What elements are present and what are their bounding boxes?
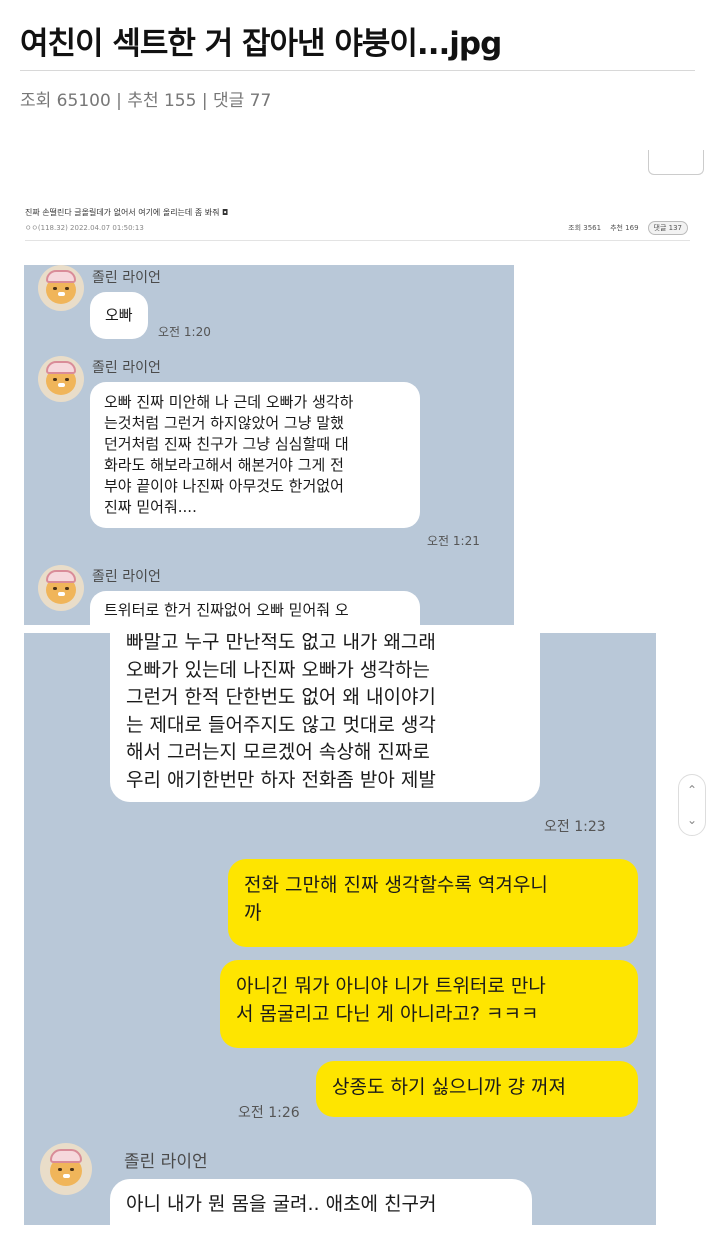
embedded-post-author: ㅇㅇ(118.32) 2022.04.07 01:50:13 bbox=[25, 224, 144, 232]
message-time: 오전 1:21 bbox=[427, 534, 480, 548]
sender-name: 졸린 라이언 bbox=[124, 1152, 208, 1172]
ryan-avatar-icon bbox=[38, 356, 84, 402]
sent-message: 상종도 하기 싫으니까 걍 꺼져 bbox=[316, 1061, 638, 1117]
chat-screenshot-1: 졸린 라이언 오빠 오전 1:20 졸린 라이언 오빠 진짜 미안해 나 근데 … bbox=[24, 265, 514, 625]
message-time: 오전 1:26 bbox=[238, 1105, 300, 1121]
received-message: 트위터로 한거 진짜없어 오빠 믿어줘 오 bbox=[90, 591, 420, 625]
received-message: 오빠 bbox=[90, 292, 148, 339]
ryan-avatar-icon bbox=[40, 1143, 92, 1195]
ryan-avatar-icon bbox=[38, 265, 84, 311]
sent-message: 전화 그만해 진짜 생각할수록 역겨우니 까 bbox=[228, 859, 638, 947]
title-divider bbox=[20, 70, 695, 71]
sender-name: 졸린 라이언 bbox=[92, 360, 161, 376]
embedded-post-title: 진짜 손떨린다 글올릴데가 없어서 여기에 올리는데 좀 봐줘 ◘ bbox=[25, 208, 229, 217]
message-time: 오전 1:23 bbox=[544, 819, 606, 835]
embedded-comments-badge: 댓글 137 bbox=[647, 221, 688, 235]
scroll-up-icon[interactable]: ⌃ bbox=[687, 783, 697, 797]
ryan-avatar-icon bbox=[38, 565, 84, 611]
received-message: 빠말고 누구 만난적도 없고 내가 왜그래 오빠가 있는데 나진짜 오빠가 생각… bbox=[110, 633, 540, 802]
message-time: 오전 1:20 bbox=[158, 325, 211, 339]
sender-name: 졸린 라이언 bbox=[92, 270, 161, 286]
embedded-recommends: 추천 169 bbox=[610, 224, 639, 232]
sent-message: 아니긴 뭐가 아니야 니가 트위터로 만나 서 몸굴리고 다닌 게 아니라고? … bbox=[220, 960, 638, 1048]
embedded-divider bbox=[25, 240, 690, 241]
scroll-down-icon[interactable]: ⌄ bbox=[687, 813, 697, 827]
sender-name: 졸린 라이언 bbox=[92, 569, 161, 585]
chat-screenshot-2: 빠말고 누구 만난적도 없고 내가 왜그래 오빠가 있는데 나진짜 오빠가 생각… bbox=[24, 633, 656, 1225]
received-message: 오빠 진짜 미안해 나 근데 오빠가 생각하 는것처럼 그런거 하지않았어 그냥… bbox=[90, 382, 420, 528]
embedded-post-stats: 조회 3561 추천 169 댓글 137 bbox=[568, 221, 688, 235]
scroll-control[interactable]: ⌃ ⌄ bbox=[678, 774, 706, 836]
embedded-views: 조회 3561 bbox=[568, 224, 602, 232]
post-meta: 조회 65100 | 추천 155 | 댓글 77 bbox=[20, 91, 272, 111]
received-message: 아니 내가 뭔 몸을 굴려.. 애초에 친구커 bbox=[110, 1179, 532, 1225]
post-title: 여친이 섹트한 거 잡아낸 야붕이...jpg bbox=[20, 26, 502, 62]
image-frame-corner bbox=[648, 150, 704, 175]
